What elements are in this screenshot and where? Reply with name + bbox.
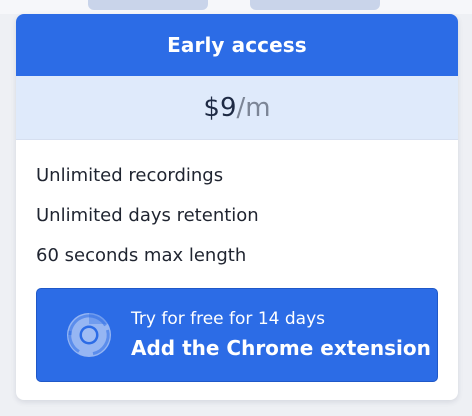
feature-item: Unlimited recordings [36, 165, 224, 186]
feature-item: Unlimited days retention [36, 205, 259, 226]
cta-label: Add the Chrome extension [131, 336, 431, 360]
cta-subtitle: Try for free for 14 days [131, 309, 325, 329]
chrome-icon [67, 313, 111, 357]
add-chrome-extension-button[interactable]: Try for free for 14 days Add the Chrome … [36, 288, 438, 382]
price-amount: $9 [203, 92, 237, 123]
price-band: $9 / m [16, 76, 458, 140]
price-separator: / [236, 92, 246, 123]
feature-item: 60 seconds max length [36, 245, 247, 266]
background-strip [0, 0, 472, 14]
background-shape [88, 0, 208, 10]
pricing-card-header: Early access [16, 14, 458, 76]
price-period: m [245, 92, 271, 123]
plan-title: Early access [167, 33, 307, 57]
cta-text-group: Try for free for 14 days Add the Chrome … [131, 307, 431, 363]
feature-list: Unlimited recordings Unlimited days rete… [16, 140, 458, 276]
pricing-card: Early access $9 / m Unlimited recordings… [16, 14, 458, 400]
background-shape [250, 0, 380, 10]
